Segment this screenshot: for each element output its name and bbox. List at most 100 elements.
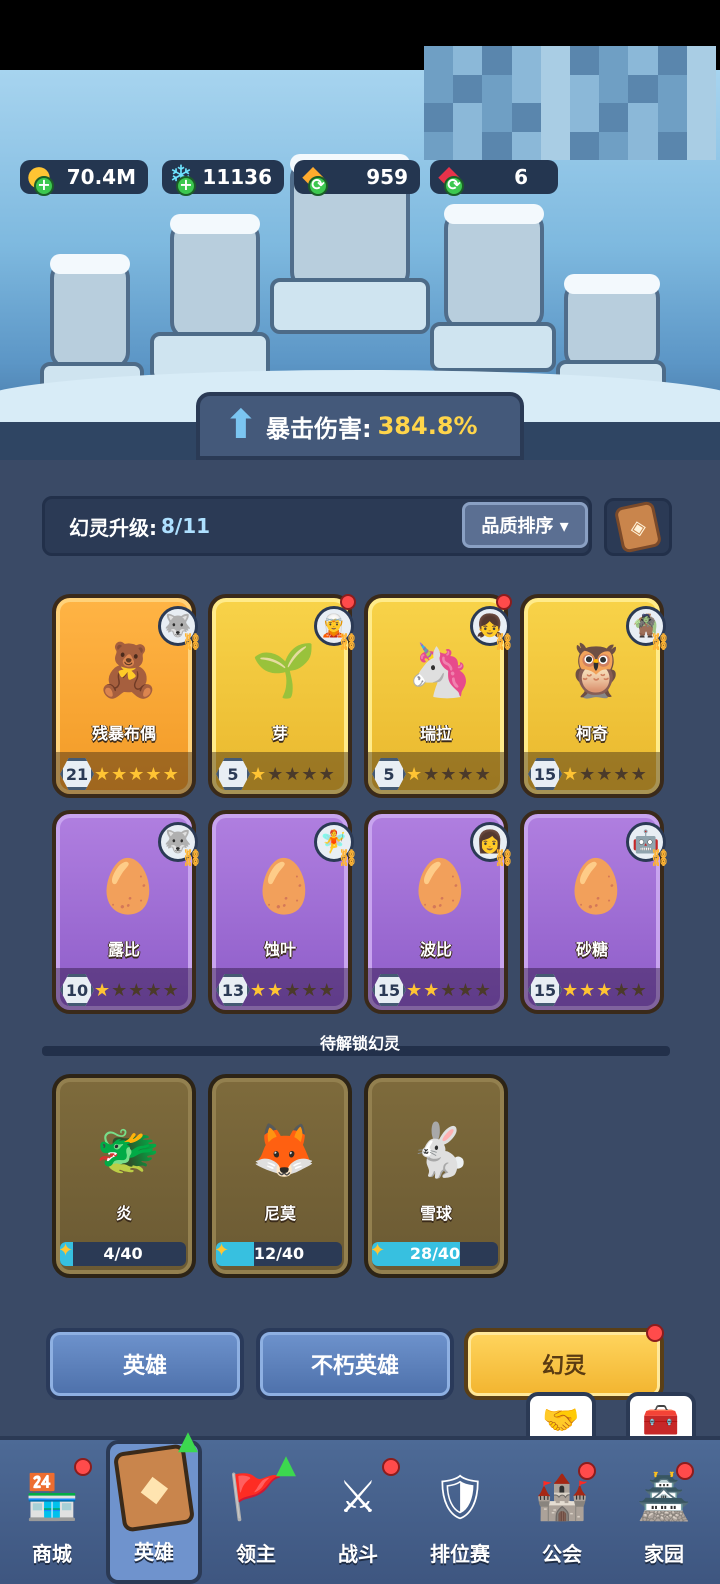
pixelated-region <box>424 46 716 160</box>
spirit-name: 残暴布偶 <box>91 724 156 743</box>
spirit-name: 芽 <box>271 724 288 743</box>
tab-heroes[interactable]: 英雄 <box>46 1328 244 1400</box>
locked-spirit-card[interactable]: 🐇 雪球 ✦ 28/40 <box>364 1074 508 1278</box>
star-icon: ★ <box>111 764 128 785</box>
spirit-name: 砂糖 <box>575 940 608 959</box>
star-icon: ★ <box>250 980 267 1001</box>
spirit-name: 露比 <box>107 940 140 959</box>
shard-progress-text: 4/40 <box>103 1244 143 1263</box>
star-icon: ★ <box>250 764 267 785</box>
spirit-name: 波比 <box>419 940 452 959</box>
spirit-portrait: 🐲 <box>95 1120 161 1181</box>
quality-sort-button[interactable]: 品质排序 ▾ <box>462 502 588 548</box>
notification-dot <box>646 1324 664 1342</box>
star-icon: ★ <box>579 980 596 1001</box>
spirit-portrait: 🥚 <box>407 856 473 917</box>
puzzle-piece-icon: ✦ <box>216 1242 230 1261</box>
spirit-name: 雪球 <box>419 1204 452 1223</box>
star-icon: ★ <box>94 764 111 785</box>
star-icon: ★ <box>423 980 440 1001</box>
star-rating: ★ ★ ★ ★ ★ <box>406 764 491 785</box>
star-icon: ★ <box>318 764 335 785</box>
locked-spirit-card[interactable]: 🦊 尼莫 ✦ 12/40 <box>208 1074 352 1278</box>
star-icon: ★ <box>406 980 423 1001</box>
upgrade-arrow-icon: ▲ <box>178 1426 198 1456</box>
upgrade-arrow-icon: ▲ <box>276 1450 296 1480</box>
notification-dot <box>578 1462 596 1480</box>
star-rating: ★ ★ ★ ★ ★ <box>562 764 647 785</box>
orange-gem-resource[interactable]: 959 ◆ ⟳ <box>294 158 420 196</box>
crystal-resource[interactable]: 11136 ❄ + <box>162 158 284 196</box>
star-icon: ★ <box>128 764 145 785</box>
star-icon: ★ <box>318 980 335 1001</box>
link-chain-icon: ⛓ <box>649 848 670 867</box>
star-icon: ★ <box>94 980 111 1001</box>
star-rating: ★ ★ ★ ★ ★ <box>250 764 335 785</box>
nav-label: 英雄 <box>134 1540 174 1564</box>
star-rating: ★ ★ ★ ★ ★ <box>406 980 491 1001</box>
nav-item[interactable]: ◆ 英雄 <box>106 1440 202 1584</box>
nav-item[interactable]: 🛡 排位赛 <box>412 1448 508 1578</box>
locked-spirit-card[interactable]: 🐲 炎 ✦ 4/40 <box>52 1074 196 1278</box>
spirit-card[interactable]: 🦉 柯奇 15 ★ ★ ★ ★ ★ 🧌 ⛓ <box>520 594 670 798</box>
gold-coin-icon: ● + <box>16 152 62 198</box>
star-icon: ★ <box>162 764 179 785</box>
spirit-portrait: 🦊 <box>251 1120 317 1181</box>
spirit-portrait: 🧸 <box>95 640 161 701</box>
star-icon: ★ <box>267 764 284 785</box>
nav-label: 排位赛 <box>430 1542 490 1566</box>
hero-card-icon: ◆ <box>112 1443 196 1533</box>
star-icon: ★ <box>474 764 491 785</box>
tab-immortal-heroes[interactable]: 不朽英雄 <box>256 1328 454 1400</box>
card-book-icon: ◈ <box>613 500 663 554</box>
star-icon: ★ <box>596 980 613 1001</box>
red-gem-resource[interactable]: 6 ◆ ⟳ <box>430 158 558 196</box>
puzzle-piece-icon: ✦ <box>372 1242 386 1261</box>
star-icon: ★ <box>284 764 301 785</box>
nav-label: 公会 <box>542 1542 582 1566</box>
spirit-card[interactable]: 🧸 残暴布偶 21 ★ ★ ★ ★ ★ 🐺 ⛓ <box>52 594 202 798</box>
star-icon: ★ <box>630 764 647 785</box>
orange-gem-icon: ◆ ⟳ <box>290 152 336 198</box>
star-icon: ★ <box>596 764 613 785</box>
star-icon: ★ <box>145 764 162 785</box>
spirit-card[interactable]: 🥚 露比 10 ★ ★ ★ ★ ★ 🐺 ⛓ <box>52 810 202 1014</box>
spirit-portrait: 🦄 <box>407 640 473 701</box>
spirit-name: 蚀叶 <box>263 940 296 959</box>
spirit-card[interactable]: 🥚 波比 15 ★ ★ ★ ★ ★ 👩 ⛓ <box>364 810 514 1014</box>
spirit-name: 尼莫 <box>263 1204 296 1223</box>
tab-spirits[interactable]: 幻灵 <box>464 1328 664 1400</box>
star-icon: ★ <box>406 764 423 785</box>
spirit-name: 瑞拉 <box>419 724 452 743</box>
link-chain-icon: ⛓ <box>181 632 202 651</box>
star-icon: ★ <box>301 764 318 785</box>
shop-icon: 🏪 <box>24 1472 80 1523</box>
star-rating: ★ ★ ★ ★ ★ <box>94 764 179 785</box>
star-icon: ★ <box>613 764 630 785</box>
locked-section-label: 待解锁幻灵 <box>319 1034 400 1053</box>
nav-item[interactable]: 🏯 家园 <box>616 1448 712 1578</box>
ranked-shield-icon: 🛡 <box>432 1472 488 1523</box>
star-icon: ★ <box>440 980 457 1001</box>
crit-value: 384.8% <box>377 412 478 440</box>
spirit-card[interactable]: 🦄 瑞拉 5 ★ ★ ★ ★ ★ 👧 ⛓ <box>364 594 514 798</box>
crit-label: 暴击伤害: <box>266 414 372 443</box>
spirit-card[interactable]: 🌱 芽 5 ★ ★ ★ ★ ★ 🧝 ⛓ <box>208 594 358 798</box>
notification-dot <box>676 1462 694 1480</box>
star-icon: ★ <box>562 764 579 785</box>
star-icon: ★ <box>457 764 474 785</box>
spirit-book-button[interactable]: ◈ <box>604 498 672 556</box>
spirit-card[interactable]: 🥚 砂糖 15 ★ ★ ★ ★ ★ 🤖 ⛓ <box>520 810 670 1014</box>
spirit-card[interactable]: 🥚 蚀叶 13 ★ ★ ★ ★ ★ 🧚 ⛓ <box>208 810 358 1014</box>
star-icon: ★ <box>562 980 579 1001</box>
star-icon: ★ <box>284 980 301 1001</box>
gold-resource[interactable]: 70.4M ● + <box>20 158 148 196</box>
blue-crystal-icon: ❄ + <box>158 152 204 198</box>
arrow-up-icon: ⬆ <box>224 402 258 448</box>
shard-progress-bar: ✦ 4/40 <box>60 1242 186 1266</box>
link-chain-icon: ⛓ <box>493 848 514 867</box>
spirit-portrait: 🌱 <box>251 640 317 701</box>
notification-dot <box>382 1458 400 1476</box>
star-icon: ★ <box>145 980 162 1001</box>
link-chain-icon: ⛓ <box>493 632 514 651</box>
